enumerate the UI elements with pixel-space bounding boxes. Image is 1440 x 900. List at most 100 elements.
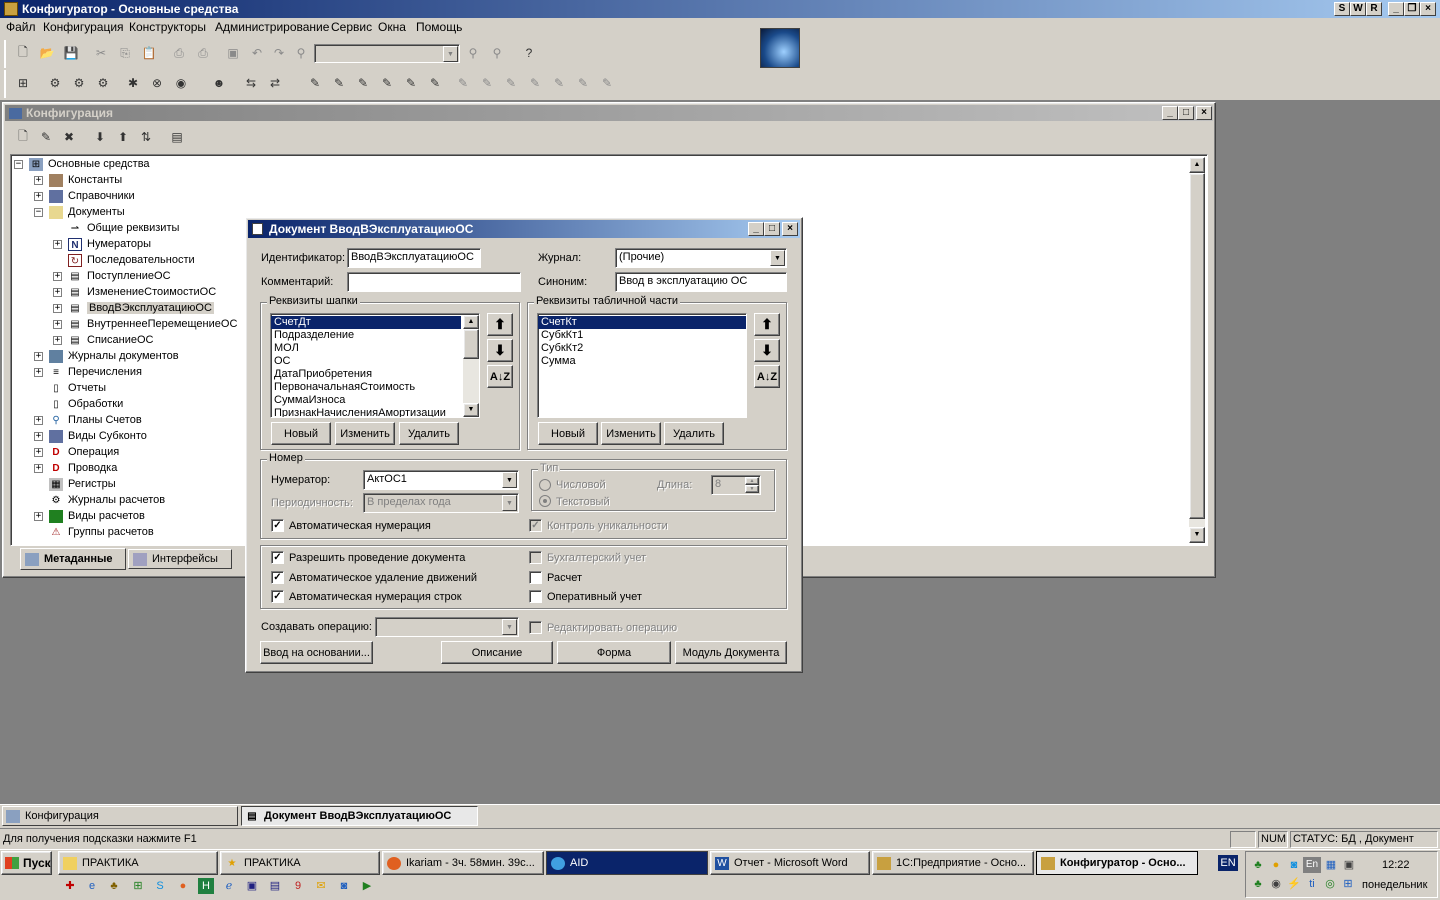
- wizard-icon-5[interactable]: ✎: [400, 72, 422, 94]
- expand-icon[interactable]: +: [34, 447, 43, 457]
- collapse-icon[interactable]: −: [14, 159, 23, 169]
- tray-icon-2[interactable]: ●: [1268, 857, 1284, 873]
- cut-icon[interactable]: ✂: [90, 42, 112, 64]
- tree-node-doc-value-change[interactable]: + ▤ ИзменениеСтоимостиОС: [53, 284, 216, 300]
- tree-node-catalogs[interactable]: + Справочники: [34, 188, 135, 204]
- table-edit-button[interactable]: Изменить: [601, 422, 661, 445]
- expand-icon[interactable]: +: [53, 319, 62, 329]
- ql-app-icon[interactable]: ♣: [106, 878, 122, 894]
- help-icon[interactable]: ?: [518, 42, 540, 64]
- list-item[interactable]: МОЛ: [271, 342, 479, 355]
- tree-node-registers[interactable]: ▦ Регистры: [49, 476, 116, 492]
- wizard-icon-3[interactable]: ✎: [352, 72, 374, 94]
- tree-node-chart-of-accounts[interactable]: + ⚲ Планы Счетов: [34, 412, 142, 428]
- clock-time[interactable]: 12:22: [1382, 859, 1410, 871]
- ql-ie-icon[interactable]: e: [84, 878, 100, 894]
- list-item[interactable]: СубкКт1: [538, 329, 746, 342]
- task-word[interactable]: W Отчет - Microsoft Word: [710, 851, 870, 875]
- tree-scrollbar[interactable]: ▲ ▼: [1189, 157, 1205, 543]
- menu-administration[interactable]: Администрирование: [215, 20, 329, 34]
- auto-delete-checkbox[interactable]: ✓: [271, 571, 284, 584]
- tab-interfaces[interactable]: Интерфейсы: [128, 549, 232, 569]
- numerator-select[interactable]: АктОС1 ▼: [363, 470, 519, 490]
- tab-metadata[interactable]: Метаданные: [20, 548, 126, 570]
- tree-node-doc-writeoff[interactable]: + ▤ СписаниеОС: [53, 332, 154, 348]
- tree-node-root[interactable]: − ⊞ Основные средства: [14, 156, 150, 172]
- list-item[interactable]: ОС: [271, 355, 479, 368]
- accounting-checkbox[interactable]: [529, 551, 542, 564]
- globe-icon[interactable]: [760, 28, 800, 68]
- open-icon[interactable]: 📂: [36, 42, 58, 64]
- module-button[interactable]: Модуль Документа: [675, 641, 787, 664]
- ql-doc-icon[interactable]: ▤: [267, 878, 283, 894]
- mdi-tab-document[interactable]: ▤ Документ ВводВЭксплуатациюОС: [241, 806, 478, 826]
- chevron-down-icon[interactable]: ▼: [770, 250, 785, 266]
- save-icon[interactable]: 💾: [60, 42, 82, 64]
- add-object-icon[interactable]: 🗋: [12, 126, 34, 148]
- spin-up-icon[interactable]: ▲: [745, 477, 759, 485]
- expand-icon[interactable]: +: [34, 511, 43, 521]
- create-operation-select[interactable]: ▼: [375, 617, 519, 637]
- header-move-up-button[interactable]: ⬆: [487, 313, 513, 336]
- task-folder-1[interactable]: ПРАКТИКА: [58, 851, 218, 875]
- ql-firefox-icon[interactable]: ●: [175, 878, 191, 894]
- tree-node-common-attributes[interactable]: ⇀ Общие реквизиты: [68, 220, 180, 236]
- spin-down-icon[interactable]: ▼: [745, 485, 759, 493]
- list-item[interactable]: Подразделение: [271, 329, 479, 342]
- config-tree-icon[interactable]: ⊞: [12, 72, 34, 94]
- mdi-tab-configuration[interactable]: Конфигурация: [2, 806, 238, 826]
- dialog-close-button[interactable]: ×: [782, 222, 798, 236]
- comment-field[interactable]: [347, 272, 521, 292]
- table-attributes-list[interactable]: СчетКт СубкКт1 СубкКт2 Сумма: [537, 313, 747, 418]
- ql-app2-icon[interactable]: ◙: [336, 878, 352, 894]
- copy-icon[interactable]: ⎘: [114, 42, 136, 64]
- search-prev-icon[interactable]: ⚲: [486, 42, 508, 64]
- tray-icon-1[interactable]: ♣: [1250, 857, 1266, 873]
- header-sort-button[interactable]: A↓Z: [487, 365, 513, 388]
- wizard-icon-8[interactable]: ✎: [476, 72, 498, 94]
- tray-lang-icon[interactable]: En: [1303, 857, 1321, 873]
- users-icon[interactable]: ☻: [208, 72, 230, 94]
- move-up-icon[interactable]: ⬆: [112, 126, 134, 148]
- wizard-icon-11[interactable]: ✎: [548, 72, 570, 94]
- form-button[interactable]: Форма: [557, 641, 671, 664]
- expand-icon[interactable]: +: [34, 175, 43, 185]
- task-firefox[interactable]: Ikariam - 3ч. 58мин. 39с...: [382, 851, 544, 875]
- list-item[interactable]: ПервоначальнаяСтоимость: [271, 381, 479, 394]
- expand-icon[interactable]: +: [53, 271, 62, 281]
- operational-checkbox[interactable]: [529, 590, 542, 603]
- menu-configuration[interactable]: Конфигурация: [43, 20, 124, 34]
- list-item[interactable]: СубкКт2: [538, 342, 746, 355]
- auto-numbering-checkbox[interactable]: ✓: [271, 519, 284, 532]
- allow-posting-checkbox[interactable]: ✓: [271, 551, 284, 564]
- menu-service[interactable]: Сервис: [331, 20, 372, 34]
- chevron-down-icon[interactable]: ▼: [502, 619, 517, 635]
- expand-icon[interactable]: +: [34, 351, 43, 361]
- redo-icon[interactable]: ↷: [268, 42, 290, 64]
- scroll-up-button[interactable]: ▲: [1189, 157, 1205, 173]
- list-item[interactable]: Сумма: [538, 355, 746, 368]
- tree-node-sequences[interactable]: ↻ Последовательности: [68, 252, 195, 268]
- text-radio[interactable]: [539, 495, 551, 507]
- list-item[interactable]: ПризнакНачисленияАмортизации: [271, 407, 479, 417]
- numeric-radio[interactable]: [539, 479, 551, 491]
- expand-icon[interactable]: +: [53, 303, 62, 313]
- wizard-icon-4[interactable]: ✎: [376, 72, 398, 94]
- header-edit-button[interactable]: Изменить: [335, 422, 395, 445]
- tree-node-documents[interactable]: − Документы: [34, 204, 125, 220]
- properties-icon[interactable]: ▣: [222, 42, 244, 64]
- dialog-minimize-button[interactable]: _: [748, 222, 764, 236]
- search-combo[interactable]: ▼: [314, 44, 460, 63]
- scroll-thumb[interactable]: [463, 329, 479, 359]
- wizard-icon-7[interactable]: ✎: [452, 72, 474, 94]
- menu-windows[interactable]: Окна: [378, 20, 406, 34]
- task-aid[interactable]: AID: [546, 851, 708, 875]
- menu-help[interactable]: Помощь: [416, 20, 462, 34]
- expand-icon[interactable]: +: [34, 191, 43, 201]
- undo-icon[interactable]: ↶: [246, 42, 268, 64]
- expand-icon[interactable]: +: [53, 239, 62, 249]
- ql-chat-icon[interactable]: ✉: [313, 878, 329, 894]
- expand-icon[interactable]: +: [53, 335, 62, 345]
- print-preview-icon[interactable]: ⎙: [192, 42, 214, 64]
- description-icon[interactable]: ▤: [166, 126, 188, 148]
